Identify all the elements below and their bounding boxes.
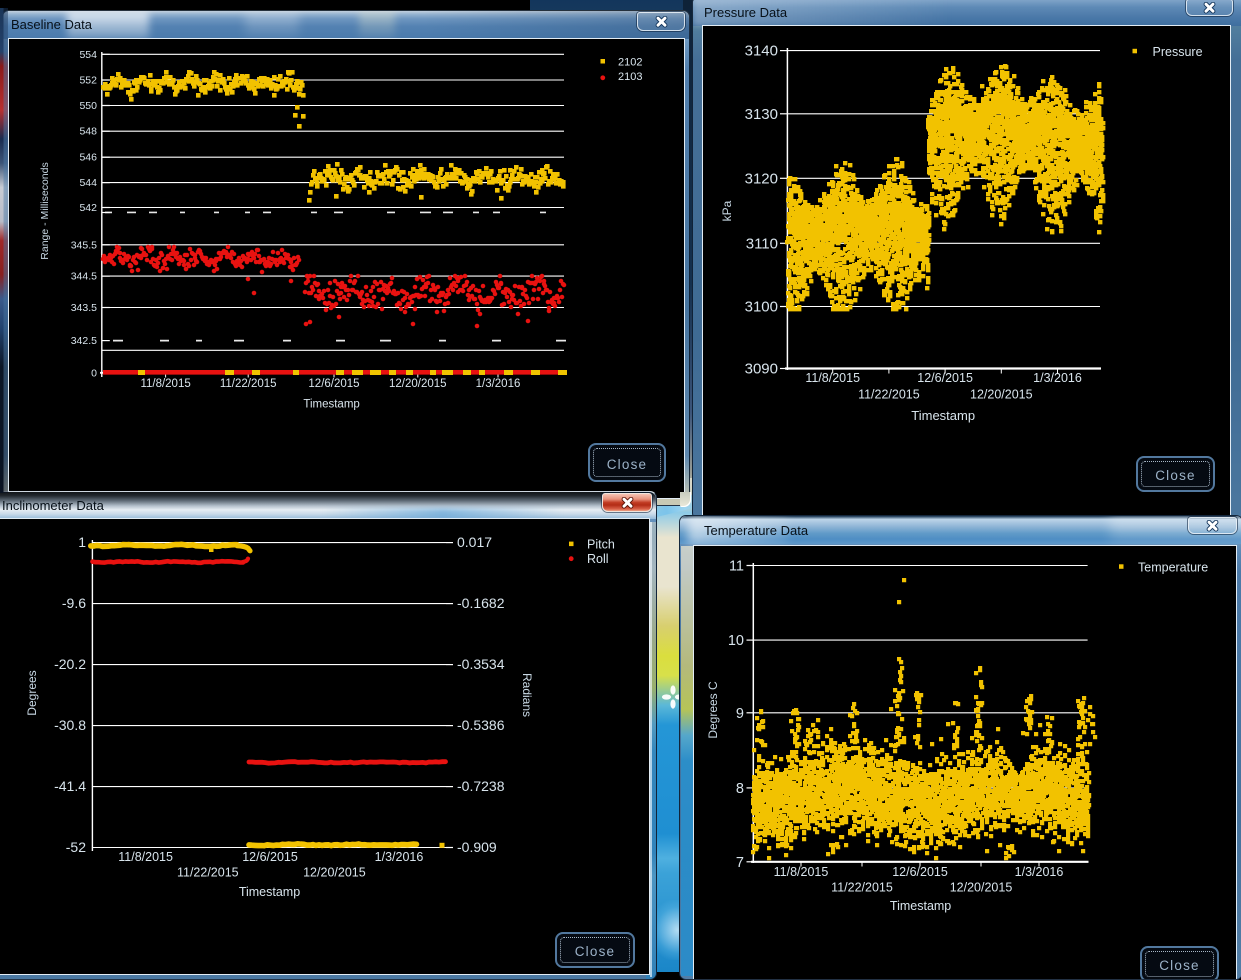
svg-text:1/3/2016: 1/3/2016 bbox=[476, 378, 521, 390]
svg-text:12/6/2015: 12/6/2015 bbox=[242, 850, 298, 864]
svg-text:-0.7238: -0.7238 bbox=[457, 778, 505, 794]
svg-text:12/20/2015: 12/20/2015 bbox=[389, 378, 447, 390]
svg-text:Range - Milliseconds: Range - Milliseconds bbox=[39, 162, 51, 259]
svg-text:-0.3534: -0.3534 bbox=[457, 656, 505, 672]
svg-text:1/3/2016: 1/3/2016 bbox=[375, 850, 424, 864]
svg-text:554: 554 bbox=[79, 49, 97, 61]
svg-text:-52: -52 bbox=[66, 839, 86, 855]
svg-text:-0.5386: -0.5386 bbox=[457, 717, 505, 733]
svg-text:343.5: 343.5 bbox=[71, 302, 97, 314]
svg-text:-0.909: -0.909 bbox=[457, 839, 497, 855]
svg-text:12/6/2015: 12/6/2015 bbox=[892, 865, 948, 879]
svg-text:7: 7 bbox=[736, 855, 744, 871]
svg-text:342.5: 342.5 bbox=[71, 335, 97, 347]
svg-text:-30.8: -30.8 bbox=[54, 717, 86, 733]
svg-text:12/20/2015: 12/20/2015 bbox=[950, 881, 1013, 895]
svg-text:0.017: 0.017 bbox=[457, 534, 492, 550]
svg-text:3090: 3090 bbox=[745, 361, 778, 378]
svg-text:Pitch: Pitch bbox=[587, 538, 615, 552]
svg-text:10: 10 bbox=[728, 633, 744, 649]
svg-text:Roll: Roll bbox=[587, 552, 609, 566]
svg-text:8: 8 bbox=[736, 781, 744, 797]
svg-text:344.5: 344.5 bbox=[71, 271, 97, 283]
svg-text:544: 544 bbox=[79, 177, 97, 189]
svg-text:3120: 3120 bbox=[745, 170, 778, 187]
svg-text:12/6/2015: 12/6/2015 bbox=[308, 378, 359, 390]
svg-text:12/20/2015: 12/20/2015 bbox=[303, 866, 366, 880]
svg-text:Timestamp: Timestamp bbox=[239, 885, 300, 899]
svg-text:9: 9 bbox=[736, 706, 744, 722]
svg-text:345.5: 345.5 bbox=[71, 239, 97, 251]
svg-text:542: 542 bbox=[79, 202, 97, 214]
svg-text:Timestamp: Timestamp bbox=[303, 399, 359, 411]
svg-text:11/22/2015: 11/22/2015 bbox=[831, 881, 893, 895]
svg-text:-20.2: -20.2 bbox=[54, 656, 86, 672]
svg-text:Degrees: Degrees bbox=[25, 670, 39, 715]
svg-text:-9.6: -9.6 bbox=[62, 595, 86, 611]
svg-text:11/8/2015: 11/8/2015 bbox=[140, 378, 190, 390]
svg-text:Temperature: Temperature bbox=[1138, 561, 1208, 575]
svg-text:Timestamp: Timestamp bbox=[890, 899, 951, 913]
svg-text:11/8/2015: 11/8/2015 bbox=[774, 865, 829, 879]
svg-text:3110: 3110 bbox=[746, 235, 778, 252]
svg-text:0: 0 bbox=[91, 367, 97, 379]
svg-text:2102: 2102 bbox=[618, 57, 642, 69]
svg-text:1: 1 bbox=[78, 534, 86, 550]
svg-text:Pressure: Pressure bbox=[1153, 45, 1203, 59]
svg-text:546: 546 bbox=[79, 152, 97, 164]
svg-text:1/3/2016: 1/3/2016 bbox=[1015, 865, 1064, 879]
svg-text:2103: 2103 bbox=[618, 71, 642, 83]
svg-text:3100: 3100 bbox=[745, 299, 778, 316]
svg-text:Timestamp: Timestamp bbox=[911, 408, 975, 423]
svg-text:11/22/2015: 11/22/2015 bbox=[858, 388, 920, 402]
svg-text:11/22/2015: 11/22/2015 bbox=[177, 866, 239, 880]
svg-text:Degrees C: Degrees C bbox=[706, 681, 720, 739]
svg-text:Radians: Radians bbox=[520, 673, 534, 717]
svg-text:11: 11 bbox=[729, 559, 744, 575]
svg-text:3130: 3130 bbox=[745, 106, 778, 123]
svg-text:11/22/2015: 11/22/2015 bbox=[220, 378, 277, 390]
svg-text:-0.1682: -0.1682 bbox=[457, 595, 505, 611]
svg-text:3140: 3140 bbox=[745, 43, 778, 60]
svg-text:552: 552 bbox=[79, 75, 97, 87]
svg-text:kPa: kPa bbox=[720, 200, 734, 221]
svg-text:11/8/2015: 11/8/2015 bbox=[118, 850, 173, 864]
svg-text:550: 550 bbox=[79, 100, 97, 112]
svg-text:12/20/2015: 12/20/2015 bbox=[970, 388, 1033, 402]
svg-text:-41.4: -41.4 bbox=[54, 778, 86, 794]
svg-text:548: 548 bbox=[79, 126, 97, 138]
